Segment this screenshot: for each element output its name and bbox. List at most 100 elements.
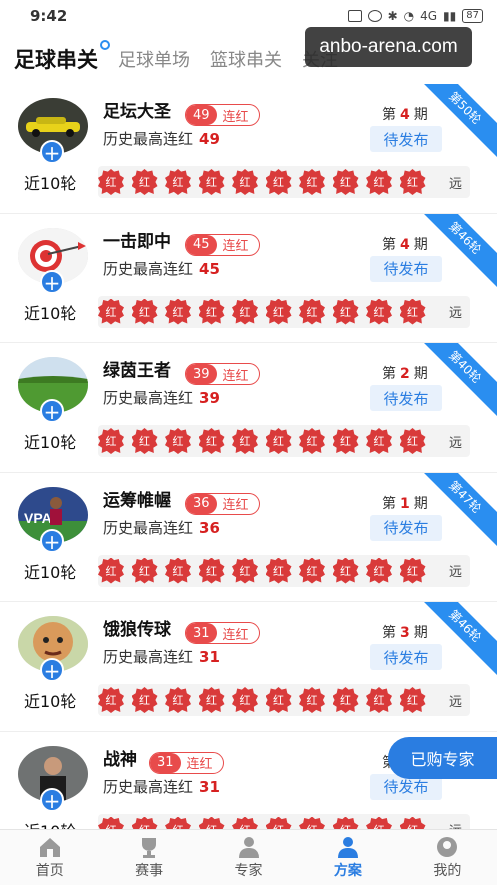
recent-more: 远: [448, 306, 462, 321]
expert-avatar[interactable]: VPA +: [18, 486, 88, 553]
follow-plus-icon[interactable]: +: [40, 399, 64, 423]
streak-label: 连红: [222, 368, 249, 384]
expert-name: 绿茵王者: [103, 361, 171, 381]
best-streak-value: 49: [199, 130, 220, 148]
profile-icon: [433, 836, 461, 858]
result-red-badge: 红: [299, 687, 325, 713]
expert-avatar[interactable]: +: [18, 745, 88, 812]
pending-button[interactable]: 待发布: [370, 514, 442, 541]
expert-name: 运筹帷幄: [103, 490, 171, 511]
follow-plus-icon[interactable]: +: [40, 528, 64, 553]
result-red-badge: 红: [232, 428, 258, 454]
follow-plus-icon[interactable]: +: [40, 140, 64, 164]
svg-text:VPA: VPA: [24, 510, 52, 526]
expert-avatar[interactable]: +: [18, 616, 88, 682]
expert-card[interactable]: + 一击即中 45 连红 历史最高连红 45 第 4 期待发布 第46轮 近10轮红红红红红红红红红…: [0, 213, 497, 343]
result-red-badge: 红: [332, 687, 359, 713]
streak-count: 45: [186, 234, 217, 255]
pending-button[interactable]: 待发布: [370, 255, 442, 282]
streak-count: 39: [186, 364, 217, 384]
result-red-badge: 红: [399, 298, 426, 325]
recent-label: 近10轮: [24, 562, 77, 582]
expert-card[interactable]: VPA + 运筹帷幄 36 连红 历史最高连红 36 第 1 期待发布 第47轮 近10轮红红红红红红…: [0, 472, 497, 602]
result-red-badge: 红: [332, 169, 359, 195]
expert-avatar[interactable]: +: [18, 98, 88, 164]
tab-football-parlay[interactable]: 足球串关: [14, 40, 110, 74]
recent-results-row: 近10轮红红红红红红红红红红远: [0, 684, 497, 716]
result-red-badge: 红: [366, 298, 392, 325]
tab-football-single[interactable]: 足球单场: [118, 46, 190, 72]
pending-button[interactable]: 待发布: [370, 644, 442, 670]
result-red-badge: 红: [366, 428, 392, 454]
result-red-badge: 红: [265, 428, 292, 454]
result-red-badge: 红: [265, 298, 292, 325]
nav-item-trophy[interactable]: 赛事: [99, 830, 198, 885]
period-info: 第4期: [382, 236, 428, 253]
recent-label: 近10轮: [24, 433, 77, 452]
streak-count: 49: [186, 105, 217, 125]
result-red-badge: 红: [198, 428, 225, 454]
result-red-badge: 红: [232, 687, 258, 713]
nav-label: 赛事: [135, 862, 164, 879]
result-red-badge: 红: [98, 816, 124, 829]
pending-button[interactable]: 待发布: [370, 126, 442, 152]
result-red-badge: 红: [165, 298, 191, 325]
tab-basketball-parlay[interactable]: 篮球串关: [210, 46, 282, 72]
streak-badge: 31 连红: [185, 622, 260, 644]
result-red-badge: 红: [198, 816, 225, 829]
nav-label: 专家: [234, 862, 263, 879]
expert-card[interactable]: + 饿狼传球 31 连红 历史最高连红 31 第 3 期待发布 第46轮 近10轮红红红红红红红红红…: [0, 602, 497, 732]
streak-count: 36: [186, 493, 217, 514]
result-red-badge: 红: [299, 169, 325, 195]
result-red-badge: 红: [332, 816, 359, 829]
streak-count: 31: [186, 623, 217, 643]
result-red-badge: 红: [198, 687, 225, 713]
recent-label: 近10轮: [24, 818, 94, 830]
nav-item-plan[interactable]: 方案: [298, 830, 397, 885]
expert-name: 饿狼传球: [103, 620, 171, 640]
network-label: 4G: [420, 9, 438, 23]
nav-item-experts[interactable]: 专家: [199, 830, 298, 885]
result-red-badge: 红: [232, 557, 258, 584]
follow-plus-icon[interactable]: +: [40, 269, 64, 294]
nav-label: 首页: [35, 862, 64, 879]
result-red-badge: 红: [399, 557, 426, 584]
recent-results-track: 红红红红红红红红红红远: [98, 813, 470, 829]
recent-more: 远: [448, 435, 462, 451]
best-streak: 历史最高连红 36: [103, 518, 220, 537]
expert-card[interactable]: + 绿茵王者 39 连红 历史最高连红 39 第 2 期待发布 第40轮 近10轮红红红红红红红红红…: [0, 343, 497, 473]
result-red-badge: 红: [232, 816, 258, 829]
best-streak: 历史最高连红 49: [103, 130, 220, 148]
expert-card[interactable]: + 足坛大圣 49 连红 历史最高连红 49 第 4 期待发布 第50轮 近10轮红红红红红红红红红…: [0, 84, 497, 214]
expert-avatar[interactable]: +: [18, 357, 88, 423]
alarm-icon: [367, 10, 382, 22]
nav-item-home[interactable]: 首页: [0, 830, 99, 885]
nav-label: 我的: [433, 862, 462, 879]
result-red-badge: 红: [399, 816, 426, 829]
best-streak-value: 39: [199, 389, 220, 407]
recent-results-row: 近10轮红红红红红红红红红红远: [0, 554, 497, 587]
streak-badge: 36 连红: [185, 492, 260, 515]
follow-plus-icon[interactable]: +: [40, 787, 64, 812]
period-info: 第3期: [382, 625, 428, 641]
nav-item-profile[interactable]: 我的: [398, 830, 497, 885]
nav-label: 方案: [333, 862, 362, 879]
best-streak-value: 31: [199, 648, 220, 666]
period-number: 2: [400, 366, 410, 382]
recent-more: 远: [448, 565, 462, 580]
follow-plus-icon[interactable]: +: [40, 658, 64, 682]
pending-button[interactable]: 待发布: [370, 385, 442, 411]
purchased-experts-button[interactable]: 已购专家: [388, 737, 497, 779]
result-red-badge: 红: [131, 298, 158, 325]
result-red-badge: 红: [265, 816, 292, 829]
result-red-badge: 红: [366, 816, 392, 829]
recent-label: 近10轮: [24, 174, 77, 193]
bluetooth-icon: ✱: [387, 9, 398, 23]
recent-more: 远: [449, 820, 462, 829]
recent-results-track: 红红红红红红红红红红远: [98, 166, 470, 198]
expert-avatar[interactable]: +: [18, 227, 88, 294]
result-red-badge: 红: [98, 687, 124, 713]
result-red-badge: 红: [299, 816, 325, 829]
streak-badge: 49 连红: [185, 104, 260, 126]
result-red-badge: 红: [98, 298, 124, 325]
